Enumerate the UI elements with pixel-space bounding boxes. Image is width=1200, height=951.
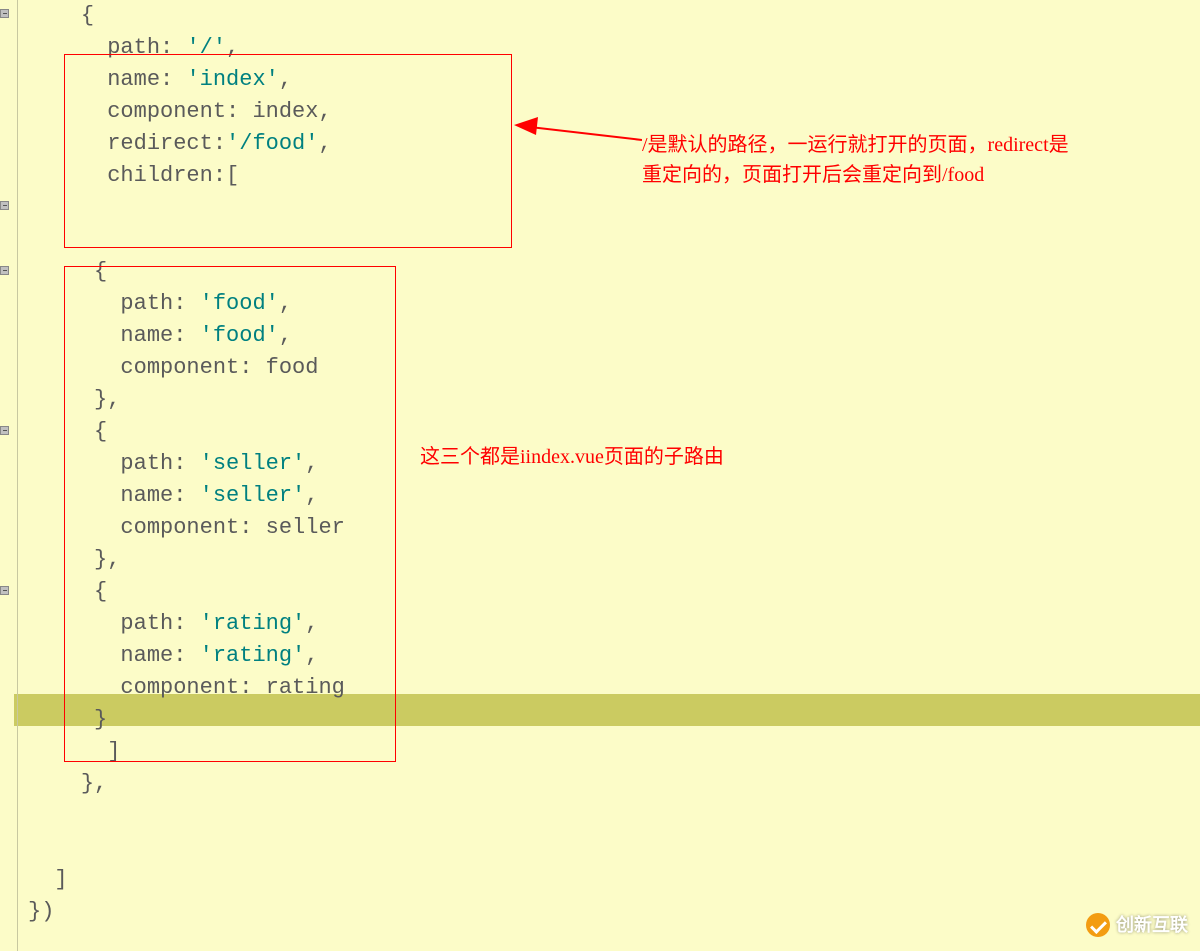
- code-line: {: [28, 576, 1200, 608]
- code-line: }: [28, 704, 1200, 736]
- code-line: {: [28, 256, 1200, 288]
- code-line: component: seller: [28, 512, 1200, 544]
- code-line: ]: [28, 736, 1200, 768]
- annotation-text-1-line2: 重定向的，页面打开后会重定向到/food: [642, 160, 1069, 190]
- annotation-text-1-line1: /是默认的路径，一运行就打开的页面，redirect是: [642, 130, 1069, 160]
- code-line: ]: [28, 864, 1200, 896]
- watermark: 创新互联: [1086, 909, 1188, 941]
- code-line: }): [28, 896, 1200, 928]
- code-line: {: [28, 0, 1200, 32]
- code-line: },: [28, 768, 1200, 800]
- fold-marker-icon[interactable]: [0, 201, 9, 210]
- code-line: component: index,: [28, 96, 1200, 128]
- code-line: name: 'index',: [28, 64, 1200, 96]
- annotation-text-2: 这三个都是iindex.vue页面的子路由: [420, 442, 724, 472]
- code-line: name: 'rating',: [28, 640, 1200, 672]
- code-line: component: food: [28, 352, 1200, 384]
- fold-marker-icon[interactable]: [0, 586, 9, 595]
- code-line: [28, 192, 1200, 224]
- annotation-text-1: /是默认的路径，一运行就打开的页面，redirect是 重定向的，页面打开后会重…: [642, 130, 1069, 190]
- code-line: path: 'food',: [28, 288, 1200, 320]
- fold-marker-icon[interactable]: [0, 266, 9, 275]
- code-line: path: 'rating',: [28, 608, 1200, 640]
- fold-marker-icon[interactable]: [0, 9, 9, 18]
- code-line: [28, 224, 1200, 256]
- code-line: [28, 832, 1200, 864]
- code-line: component: rating: [28, 672, 1200, 704]
- code-line: },: [28, 544, 1200, 576]
- editor-gutter: [0, 0, 14, 951]
- code-line: name: 'seller',: [28, 480, 1200, 512]
- code-line: name: 'food',: [28, 320, 1200, 352]
- watermark-text: 创新互联: [1116, 909, 1188, 941]
- fold-marker-icon[interactable]: [0, 426, 9, 435]
- watermark-logo-icon: [1086, 913, 1110, 937]
- code-line: },: [28, 384, 1200, 416]
- gutter-separator: [17, 0, 18, 951]
- code-line: path: '/',: [28, 32, 1200, 64]
- code-line: [28, 800, 1200, 832]
